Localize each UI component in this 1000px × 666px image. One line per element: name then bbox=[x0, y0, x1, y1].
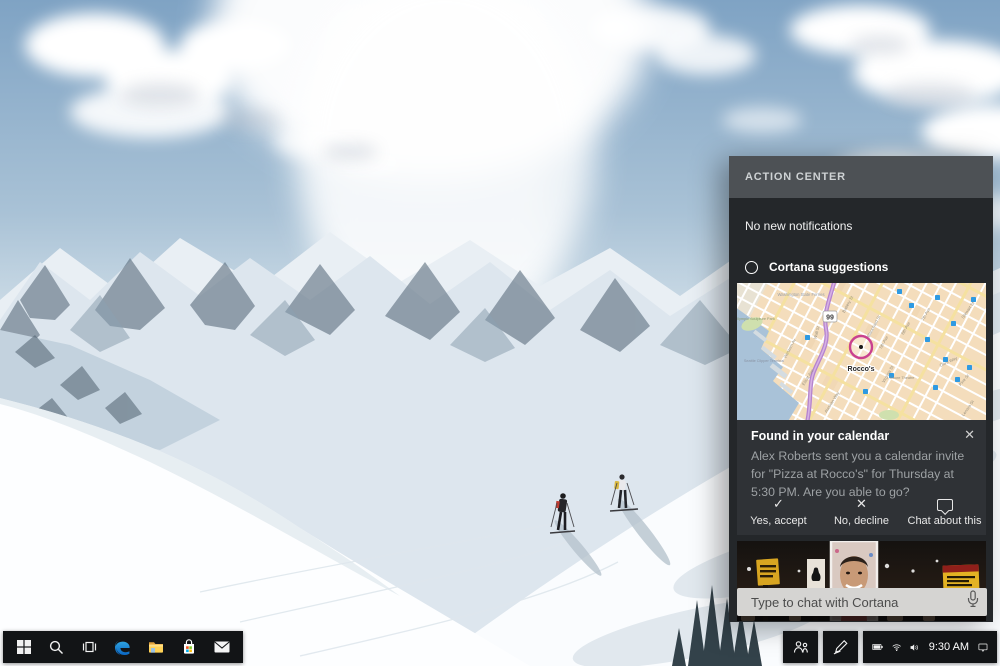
start-button[interactable] bbox=[11, 634, 37, 660]
clock[interactable]: 9:30 AM bbox=[929, 641, 969, 653]
check-icon: ✓ bbox=[773, 496, 784, 511]
mail-button[interactable] bbox=[209, 634, 235, 660]
svg-text:Washington State Ferries: Washington State Ferries bbox=[777, 292, 824, 297]
task-view-button[interactable] bbox=[77, 634, 103, 660]
task-view-icon bbox=[83, 641, 97, 653]
file-explorer-button[interactable] bbox=[143, 634, 169, 660]
card-body-text: Alex Roberts sent you a calendar invite … bbox=[751, 449, 965, 499]
store-button[interactable] bbox=[176, 634, 202, 660]
chat-about-button[interactable]: Chat about this bbox=[903, 497, 986, 527]
map-image: 99 Washington State Ferries Olympic Scul… bbox=[737, 283, 986, 420]
store-icon bbox=[184, 639, 195, 654]
svg-text:Olympic Sculpture Park: Olympic Sculpture Park bbox=[737, 317, 775, 321]
edge-button[interactable] bbox=[110, 634, 136, 660]
people-icon bbox=[793, 641, 808, 653]
search-icon bbox=[50, 640, 64, 654]
microphone-icon[interactable] bbox=[966, 590, 980, 608]
calendar-suggestion-card: Found in your calendar ✕ Alex Roberts se… bbox=[737, 420, 986, 535]
action-center-icon[interactable] bbox=[978, 640, 988, 655]
cortana-chat-input[interactable] bbox=[737, 588, 987, 616]
notification-status: No new notifications bbox=[745, 219, 853, 233]
people-button[interactable] bbox=[783, 631, 818, 663]
cross-icon: ✕ bbox=[856, 496, 867, 511]
taskbar-app-segment bbox=[3, 631, 243, 663]
windows-logo-icon bbox=[16, 640, 31, 654]
svg-text:Moore Theatre: Moore Theatre bbox=[890, 376, 915, 380]
action-center-panel: ACTION CENTER No new notifications Corta… bbox=[729, 156, 993, 622]
cortana-icon bbox=[745, 260, 758, 274]
edge-icon bbox=[114, 639, 130, 656]
card-actions: ✓ Yes, accept ✕ No, decline Chat about t… bbox=[737, 496, 986, 528]
svg-text:Seattle Clipper Terminal: Seattle Clipper Terminal bbox=[744, 359, 784, 363]
action-center-header: ACTION CENTER bbox=[729, 156, 993, 198]
windows-ink-icon bbox=[833, 639, 848, 654]
decline-button[interactable]: ✕ No, decline bbox=[820, 496, 903, 528]
system-tray: 9:30 AM bbox=[863, 631, 997, 663]
map-pin-roccos[interactable]: Rocco's bbox=[847, 334, 876, 374]
close-icon[interactable]: ✕ bbox=[964, 427, 975, 443]
cortana-suggestions-header[interactable]: Cortana suggestions bbox=[745, 259, 888, 275]
battery-icon[interactable] bbox=[872, 641, 883, 653]
file-explorer-icon bbox=[149, 642, 164, 653]
map-place-label: Rocco's bbox=[848, 366, 875, 373]
svg-text:99: 99 bbox=[826, 314, 834, 321]
cortana-suggestions-label: Cortana suggestions bbox=[769, 260, 889, 274]
mail-icon bbox=[214, 641, 230, 653]
highway-99-shield: 99 bbox=[822, 310, 838, 323]
search-button[interactable] bbox=[44, 634, 70, 660]
map-card[interactable]: 99 Washington State Ferries Olympic Scul… bbox=[737, 283, 986, 420]
accept-button[interactable]: ✓ Yes, accept bbox=[737, 496, 820, 528]
volume-icon[interactable] bbox=[910, 641, 919, 654]
wifi-icon[interactable] bbox=[892, 641, 901, 654]
windows-ink-button[interactable] bbox=[823, 631, 858, 663]
card-title: Found in your calendar bbox=[751, 429, 890, 443]
chat-bubble-icon bbox=[936, 499, 953, 511]
action-center-title: ACTION CENTER bbox=[745, 171, 846, 183]
